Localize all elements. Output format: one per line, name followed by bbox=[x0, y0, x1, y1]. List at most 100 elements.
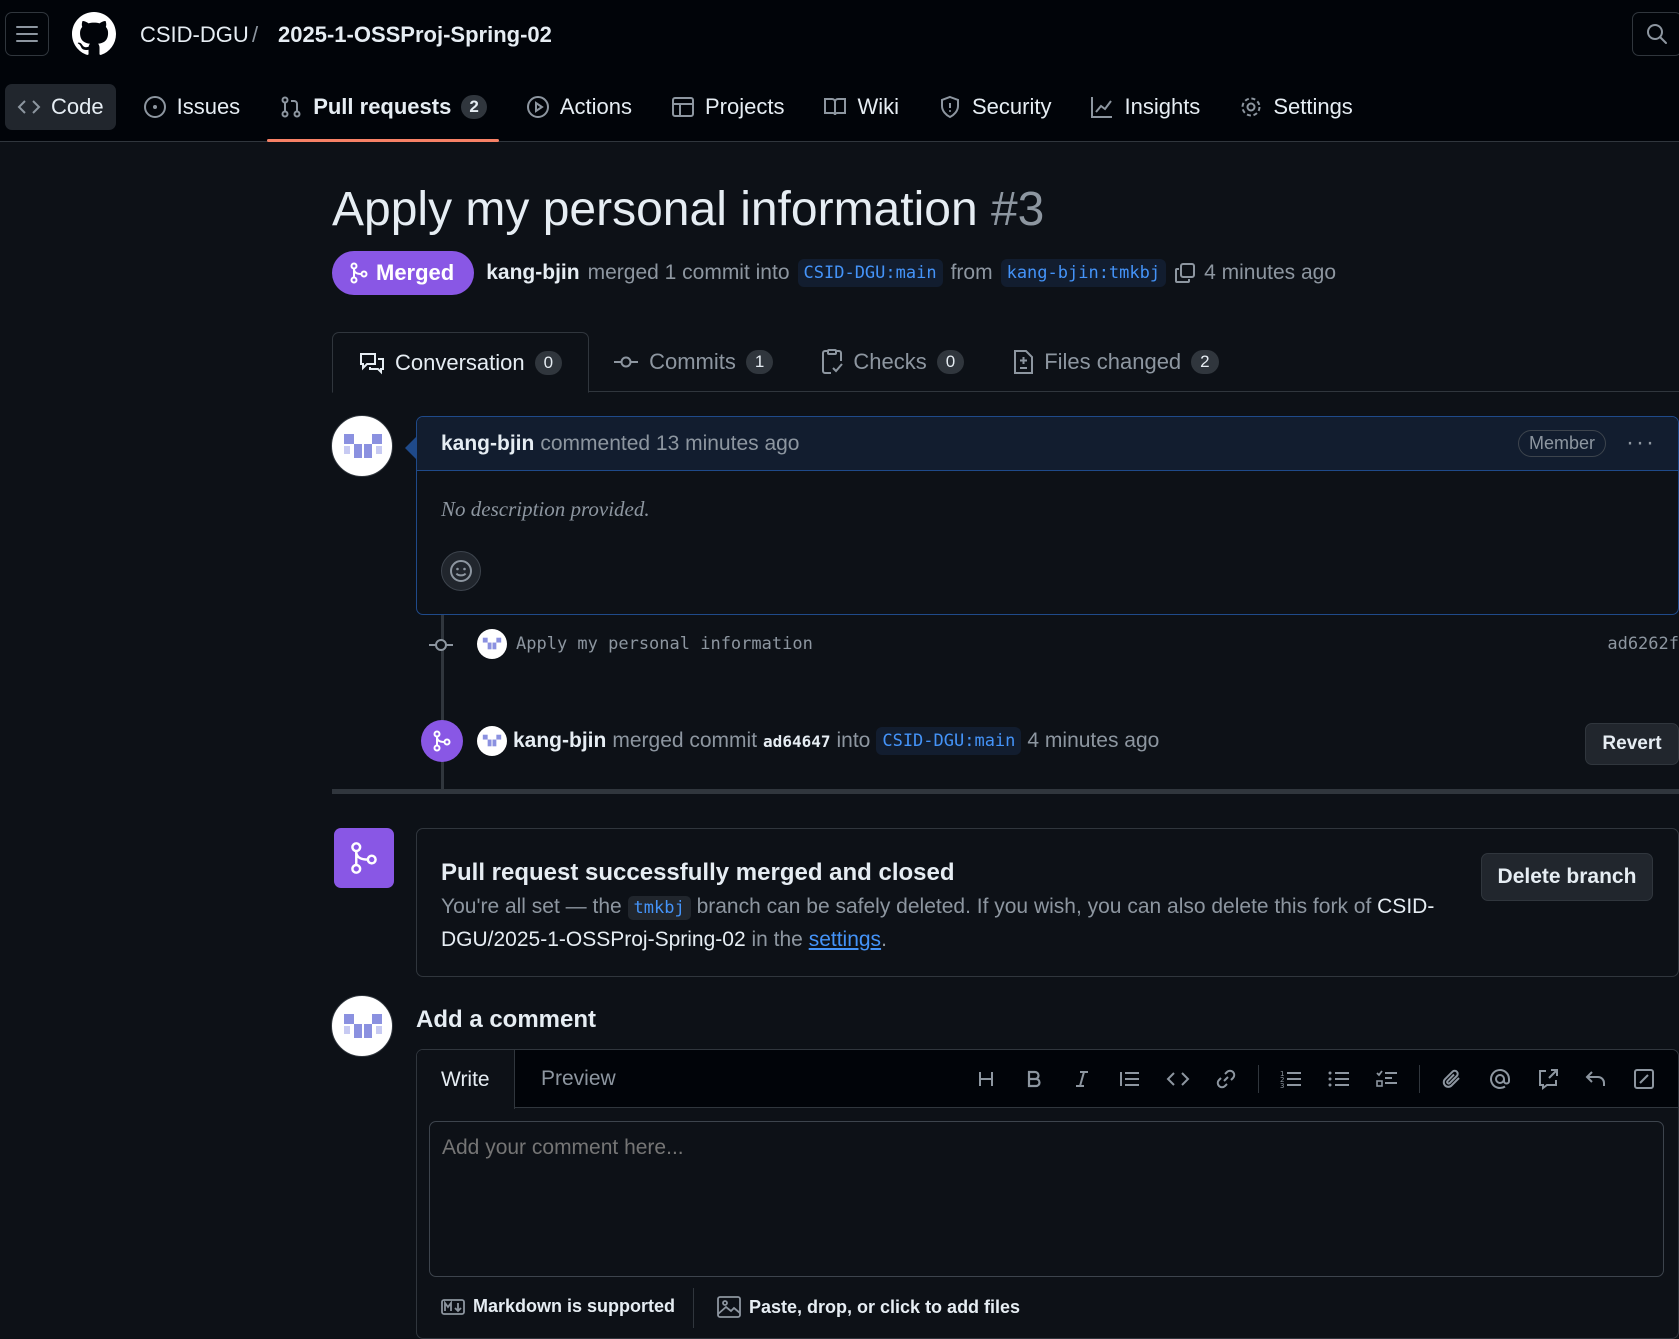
merge-base-branch[interactable]: CSID-DGU:main bbox=[876, 727, 1022, 755]
base-branch[interactable]: CSID-DGU:main bbox=[797, 259, 943, 287]
pr-comment: kang-bjin commented 13 minutes ago Membe… bbox=[416, 416, 1679, 615]
code-icon[interactable] bbox=[1154, 1064, 1202, 1094]
search-button[interactable] bbox=[1632, 12, 1679, 56]
commit-message[interactable]: Apply my personal information bbox=[516, 634, 813, 654]
comment-body: No description provided. bbox=[441, 497, 650, 521]
attach-files[interactable]: Paste, drop, or click to add files bbox=[717, 1296, 1020, 1318]
link-icon[interactable] bbox=[1202, 1064, 1250, 1094]
tab-issues-label: Issues bbox=[176, 94, 241, 119]
conversation-count: 0 bbox=[534, 350, 563, 375]
status-badge: Merged bbox=[332, 251, 475, 295]
tab-preview[interactable]: Preview bbox=[517, 1050, 640, 1108]
avatar[interactable] bbox=[477, 629, 507, 659]
more-options-icon[interactable]: ··· bbox=[1626, 429, 1656, 457]
tab-code-label: Code bbox=[51, 94, 104, 119]
merged-period: . bbox=[881, 928, 887, 951]
formatting-tools: 123 bbox=[962, 1064, 1668, 1094]
tab-security-label: Security bbox=[972, 94, 1052, 119]
tab-write[interactable]: Write bbox=[417, 1050, 515, 1109]
comment-author[interactable]: kang-bjin bbox=[441, 432, 534, 456]
avatar[interactable] bbox=[477, 726, 507, 756]
comment-editor: Write Preview 123 Markdown is supported bbox=[416, 1049, 1679, 1339]
tab-insights-label: Insights bbox=[1124, 94, 1201, 119]
settings-link[interactable]: settings bbox=[809, 928, 881, 951]
tab-wiki[interactable]: Wiki bbox=[811, 84, 911, 130]
gear-icon bbox=[1239, 95, 1263, 119]
avatar[interactable] bbox=[331, 415, 393, 477]
merge-commit-sha[interactable]: ad64647 bbox=[763, 732, 830, 751]
merge-icon bbox=[350, 841, 378, 875]
tab-commits[interactable]: Commits 1 bbox=[589, 332, 797, 392]
comment-header: kang-bjin commented 13 minutes ago Membe… bbox=[417, 417, 1678, 471]
tab-pull-requests[interactable]: Pull requests 2 bbox=[267, 84, 499, 142]
merge-event-text: kang-bjin merged commit ad64647 into CSI… bbox=[513, 725, 1159, 757]
pr-author-link[interactable]: kang-bjin bbox=[486, 261, 579, 285]
avatar[interactable] bbox=[331, 995, 393, 1057]
fullscreen-icon[interactable] bbox=[1620, 1064, 1668, 1094]
pr-from-text: from bbox=[950, 261, 993, 284]
tab-conversation[interactable]: Conversation 0 bbox=[332, 332, 590, 393]
tab-pull-requests-label: Pull requests bbox=[313, 94, 452, 119]
head-branch[interactable]: kang-bjin:tmkbj bbox=[1000, 259, 1167, 287]
code-icon bbox=[17, 97, 41, 117]
merge-event-badge bbox=[421, 720, 463, 762]
tab-actions[interactable]: Actions bbox=[514, 84, 644, 130]
tab-projects-label: Projects bbox=[704, 94, 785, 119]
timeline-divider bbox=[332, 789, 1679, 794]
merged-text-2: branch can be safely deleted. If you wis… bbox=[696, 895, 1372, 918]
merge-time: 4 minutes ago bbox=[1027, 729, 1160, 752]
play-icon bbox=[526, 95, 550, 119]
tab-checks[interactable]: Checks 0 bbox=[797, 332, 988, 392]
ordered-list-icon[interactable]: 123 bbox=[1267, 1064, 1315, 1094]
tab-checks-label: Checks bbox=[853, 349, 927, 374]
heading-icon[interactable] bbox=[962, 1064, 1010, 1094]
comment-caret bbox=[405, 437, 416, 459]
tab-commits-label: Commits bbox=[649, 349, 736, 374]
tab-settings-label: Settings bbox=[1273, 94, 1353, 119]
hamburger-icon bbox=[16, 25, 38, 43]
attach-icon[interactable] bbox=[1428, 1064, 1476, 1094]
pr-number: #3 bbox=[990, 183, 1045, 236]
merged-text-3: in the bbox=[751, 928, 803, 951]
merged-title: Pull request successfully merged and clo… bbox=[441, 859, 955, 886]
tab-code[interactable]: Code bbox=[5, 84, 116, 130]
commit-sha[interactable]: ad6262f bbox=[1607, 634, 1679, 654]
repo-link[interactable]: 2025-1-OSSProj-Spring-02 bbox=[278, 22, 552, 48]
comment-icon bbox=[359, 351, 385, 375]
reply-icon[interactable] bbox=[1572, 1064, 1620, 1094]
quote-icon[interactable] bbox=[1106, 1064, 1154, 1094]
bold-icon[interactable] bbox=[1010, 1064, 1058, 1094]
revert-button[interactable]: Revert bbox=[1585, 723, 1679, 765]
cross-reference-icon[interactable] bbox=[1524, 1064, 1572, 1094]
unordered-list-icon[interactable] bbox=[1315, 1064, 1363, 1094]
markdown-support[interactable]: Markdown is supported bbox=[441, 1296, 675, 1317]
menu-button[interactable] bbox=[5, 12, 49, 56]
org-link[interactable]: CSID-DGU bbox=[140, 22, 249, 48]
merge-author[interactable]: kang-bjin bbox=[513, 729, 606, 753]
tab-security[interactable]: Security bbox=[926, 84, 1063, 130]
repo-nav: Code Issues Pull requests 2 Actions Proj… bbox=[5, 84, 1380, 142]
task-list-icon[interactable] bbox=[1363, 1064, 1411, 1094]
comment-textarea[interactable] bbox=[429, 1121, 1664, 1277]
mention-icon[interactable] bbox=[1476, 1064, 1524, 1094]
italic-icon[interactable] bbox=[1058, 1064, 1106, 1094]
delete-branch-button[interactable]: Delete branch bbox=[1481, 853, 1653, 901]
tab-projects[interactable]: Projects bbox=[659, 84, 796, 130]
tab-settings[interactable]: Settings bbox=[1227, 84, 1365, 130]
tab-issues[interactable]: Issues bbox=[131, 84, 253, 130]
pr-title: Apply my personal information bbox=[332, 183, 978, 236]
merged-branch-name: tmkbj bbox=[627, 896, 691, 920]
top-header: CSID-DGU / 2025-1-OSSProj-Spring-02 Code… bbox=[0, 0, 1679, 142]
tab-files-changed[interactable]: Files changed 2 bbox=[988, 332, 1242, 392]
merged-text-1: You're all set — the bbox=[441, 895, 622, 918]
merged-description: You're all set — the tmkbj branch can be… bbox=[441, 891, 1441, 956]
merged-status-box: Pull request successfully merged and clo… bbox=[416, 828, 1679, 977]
search-icon bbox=[1646, 23, 1668, 45]
github-logo-icon[interactable] bbox=[72, 12, 116, 56]
breadcrumb-separator: / bbox=[252, 22, 259, 47]
commit-icon bbox=[613, 352, 639, 372]
add-reaction-button[interactable] bbox=[441, 551, 481, 591]
tab-insights[interactable]: Insights bbox=[1078, 84, 1212, 130]
copy-icon[interactable] bbox=[1174, 262, 1196, 284]
pr-meta: Merged kang-bjin merged 1 commit into CS… bbox=[332, 251, 1336, 295]
